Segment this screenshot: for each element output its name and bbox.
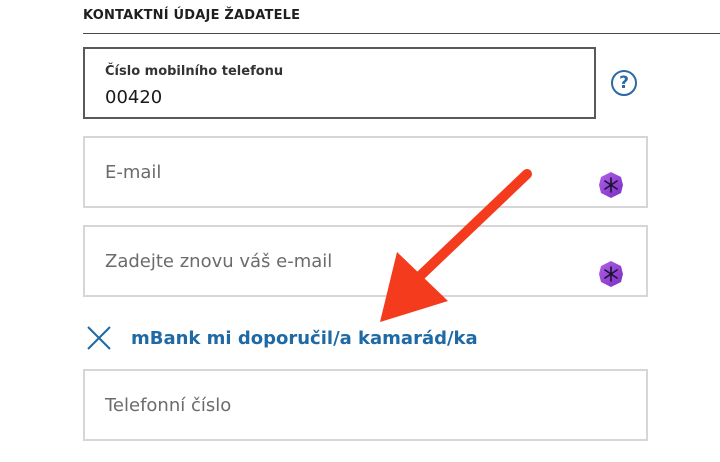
mobile-phone-value: 00420	[105, 87, 163, 108]
referral-toggle[interactable]: mBank mi doporučil/a kamarád/ka	[83, 322, 478, 354]
email-confirm-placeholder: Zadejte znovu váš e-mail	[105, 251, 333, 272]
section-divider	[83, 33, 720, 34]
email-placeholder: E-mail	[105, 162, 162, 183]
email-confirm-field[interactable]: Zadejte znovu váš e-mail	[83, 225, 648, 297]
question-circle-icon[interactable]: ?	[611, 70, 637, 96]
referrer-phone-placeholder: Telefonní číslo	[105, 395, 232, 416]
password-manager-icon[interactable]	[598, 260, 624, 288]
mobile-phone-label: Číslo mobilního telefonu	[105, 64, 284, 79]
referral-label[interactable]: mBank mi doporučil/a kamarád/ka	[131, 328, 478, 349]
referrer-phone-field[interactable]: Telefonní číslo	[83, 369, 648, 441]
email-field[interactable]: E-mail	[83, 136, 648, 208]
close-x-icon[interactable]	[85, 324, 113, 352]
mobile-phone-field[interactable]: Číslo mobilního telefonu 00420	[83, 47, 596, 119]
section-title: KONTAKTNÍ ÚDAJE ŽADATELE	[83, 8, 301, 23]
contact-details-form: KONTAKTNÍ ÚDAJE ŽADATELE Číslo mobilního…	[0, 0, 720, 462]
password-manager-icon[interactable]	[598, 171, 624, 199]
